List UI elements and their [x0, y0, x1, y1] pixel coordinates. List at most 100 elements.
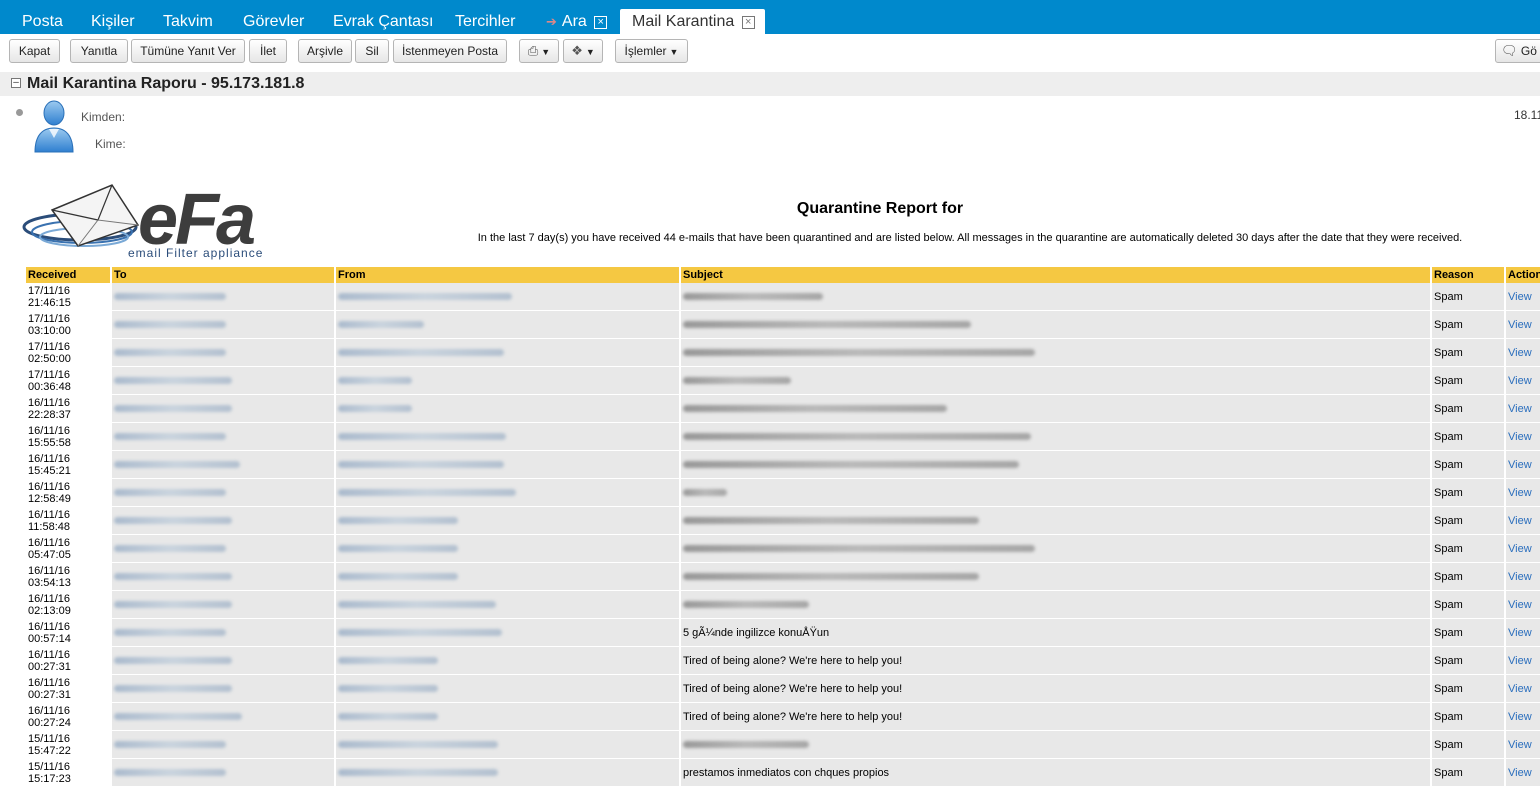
show-conversation-button[interactable]: 🗨 Gö	[1495, 39, 1540, 63]
redacted-sender	[338, 432, 506, 440]
tab-label: Takvim	[163, 13, 213, 30]
to-cell	[112, 675, 334, 703]
received-time: 00:27:31	[28, 688, 71, 701]
redacted-sender	[338, 768, 498, 776]
redacted-sender	[338, 488, 516, 496]
view-link[interactable]: View	[1508, 431, 1532, 443]
view-link[interactable]: View	[1508, 739, 1532, 751]
from-cell	[336, 675, 679, 703]
redacted-sender	[338, 600, 496, 608]
column-header-action: Action	[1506, 267, 1540, 283]
received-cell: 16/11/16 03:54:13	[26, 563, 110, 591]
view-link[interactable]: View	[1508, 347, 1532, 359]
reason-cell: Spam	[1432, 311, 1504, 339]
tab-kisiler[interactable]: Kişiler	[91, 9, 135, 34]
redacted-recipient	[114, 740, 226, 748]
received-date: 16/11/16	[28, 704, 71, 717]
table-row: 16/11/16 00:27:24 Tired of being alone? We…	[26, 703, 1540, 731]
view-link[interactable]: View	[1508, 319, 1532, 331]
received-date: 17/11/16	[28, 312, 71, 325]
tab-ara[interactable]: ➔ Ara ×	[546, 9, 608, 34]
subject-cell	[681, 423, 1430, 451]
archive-button[interactable]: Arşivle	[298, 39, 352, 63]
received-cell: 16/11/16 02:13:09	[26, 591, 110, 619]
close-button[interactable]: Kapat	[9, 39, 60, 63]
from-label: Kimden:	[81, 110, 126, 124]
view-link[interactable]: View	[1508, 683, 1532, 695]
view-link[interactable]: View	[1508, 571, 1532, 583]
tab-gorevler[interactable]: Görevler	[243, 9, 304, 34]
column-header-received: Received	[26, 267, 110, 283]
redacted-subject	[683, 348, 1035, 356]
view-link[interactable]: View	[1508, 487, 1532, 499]
redacted-sender	[338, 712, 438, 720]
collapse-icon[interactable]: –	[11, 78, 21, 88]
to-cell	[112, 619, 334, 647]
action-cell: View	[1506, 619, 1540, 647]
reply-button[interactable]: Yanıtla	[70, 39, 128, 63]
close-icon[interactable]: ×	[594, 16, 608, 29]
action-cell: View	[1506, 535, 1540, 563]
from-cell	[336, 591, 679, 619]
view-link[interactable]: View	[1508, 459, 1532, 471]
to-cell	[112, 479, 334, 507]
received-cell: 16/11/16 00:27:31	[26, 675, 110, 703]
view-link[interactable]: View	[1508, 767, 1532, 779]
from-cell	[336, 507, 679, 535]
view-link[interactable]: View	[1508, 291, 1532, 303]
message-date: 18.11	[1514, 108, 1540, 122]
received-date: 16/11/16	[28, 452, 71, 465]
redacted-recipient	[114, 320, 226, 328]
to-cell	[112, 451, 334, 479]
to-cell	[112, 591, 334, 619]
view-link[interactable]: View	[1508, 375, 1532, 387]
received-date: 16/11/16	[28, 592, 71, 605]
app-tab-bar: Posta Kişiler Takvim Görevler Evrak Çant…	[0, 0, 1540, 34]
view-link[interactable]: View	[1508, 711, 1532, 723]
tab-mail-karantina[interactable]: Mail Karantina ×	[620, 9, 765, 34]
received-time: 03:10:00	[28, 324, 71, 337]
redacted-sender	[338, 684, 438, 692]
action-cell: View	[1506, 703, 1540, 731]
close-icon[interactable]: ×	[741, 16, 755, 29]
action-cell: View	[1506, 339, 1540, 367]
subject-cell	[681, 731, 1430, 759]
view-link[interactable]: View	[1508, 403, 1532, 415]
spam-button[interactable]: İstenmeyen Posta	[393, 39, 507, 63]
view-link[interactable]: View	[1508, 627, 1532, 639]
message-toolbar: Kapat Yanıtla Tümüne Yanıt Ver İlet Arşi…	[0, 34, 1540, 68]
table-row: 16/11/16 00:27:31 Tired of being alone? We…	[26, 675, 1540, 703]
tab-tercihler[interactable]: Tercihler	[455, 9, 515, 34]
delete-button[interactable]: Sil	[355, 39, 389, 63]
forward-button[interactable]: İlet	[249, 39, 287, 63]
speech-bubble-icon: 🗨	[1501, 43, 1518, 58]
reason-cell: Spam	[1432, 367, 1504, 395]
table-row: 15/11/16 15:47:22 Spam View	[26, 731, 1540, 759]
action-cell: View	[1506, 423, 1540, 451]
view-link[interactable]: View	[1508, 655, 1532, 667]
table-row: 16/11/16 00:57:14 5 gÃ¼nde ingilizce konuÅ…	[26, 619, 1540, 647]
tag-dropdown-button[interactable]: ❖ ▼	[563, 39, 603, 63]
redacted-recipient	[114, 544, 226, 552]
to-cell	[112, 759, 334, 787]
view-link[interactable]: View	[1508, 599, 1532, 611]
received-cell: 16/11/16 15:55:58	[26, 423, 110, 451]
subject-cell	[681, 339, 1430, 367]
view-link[interactable]: View	[1508, 543, 1532, 555]
reply-all-button[interactable]: Tümüne Yanıt Ver	[131, 39, 245, 63]
subject-cell: Tired of being alone? We're here to help…	[681, 647, 1430, 675]
table-row: 17/11/16 03:10:00 Spam View	[26, 311, 1540, 339]
printer-icon: ⎙	[527, 43, 539, 58]
action-cell: View	[1506, 479, 1540, 507]
view-link[interactable]: View	[1508, 515, 1532, 527]
redacted-sender	[338, 348, 504, 356]
received-cell: 15/11/16 15:47:22	[26, 731, 110, 759]
actions-dropdown-button[interactable]: İşlemler ▼	[615, 39, 688, 63]
to-cell	[112, 507, 334, 535]
print-dropdown-button[interactable]: ⎙ ▼	[519, 39, 559, 63]
tab-label: Posta	[22, 13, 63, 30]
tab-posta[interactable]: Posta	[22, 9, 63, 34]
tab-takvim[interactable]: Takvim	[163, 9, 213, 34]
tab-evrak-cantasi[interactable]: Evrak Çantası	[333, 9, 433, 34]
received-time: 15:45:21	[28, 464, 71, 477]
